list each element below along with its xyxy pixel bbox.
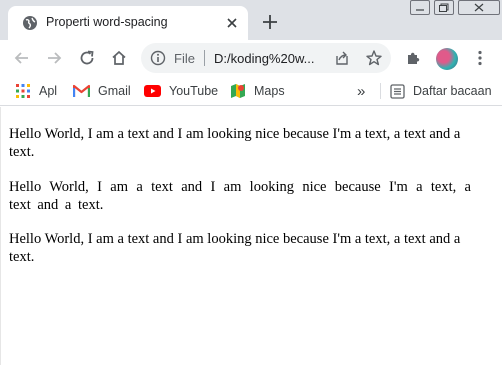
- close-icon[interactable]: [224, 15, 240, 31]
- maps-icon: [231, 84, 245, 98]
- restore-icon: [439, 3, 449, 12]
- window-close-icon: [474, 3, 484, 12]
- paragraph-normal: Hello World, I am a text and I am lookin…: [9, 126, 461, 160]
- address-bar[interactable]: File D:/koding%20w...: [141, 43, 391, 73]
- toolbar: File D:/koding%20w...: [0, 40, 502, 76]
- new-tab-plus-icon[interactable]: [262, 14, 278, 30]
- bookmark-maps[interactable]: Maps: [230, 81, 285, 101]
- window-controls: [406, 0, 502, 16]
- paragraph-word-spacing: Hello World, I am a text and I am lookin…: [9, 179, 471, 213]
- bookmark-label-apps: Apl: [39, 84, 58, 98]
- minimize-icon: [416, 9, 424, 11]
- profile-avatar[interactable]: [436, 48, 458, 70]
- paragraph-normal-2: Hello World, I am a text and I am lookin…: [9, 231, 461, 265]
- bookmarks-overflow-chevron[interactable]: »: [357, 81, 365, 101]
- window-close-button[interactable]: [458, 0, 500, 15]
- share-icon[interactable]: [334, 50, 350, 66]
- reading-list-icon: [390, 83, 405, 99]
- active-tab[interactable]: Properti word-spacing: [8, 6, 248, 40]
- youtube-icon: [144, 85, 161, 97]
- tab-strip: Properti word-spacing: [0, 0, 502, 40]
- bookmark-label-gmail: Gmail: [98, 84, 131, 98]
- back-arrow-icon[interactable]: [13, 49, 31, 67]
- home-icon[interactable]: [110, 49, 128, 67]
- bookmarks-bar: Apl Gmail YouTube Maps » Daftar bacaan: [0, 76, 502, 106]
- menu-kebab-icon[interactable]: [471, 49, 489, 67]
- bookmark-label-maps: Maps: [254, 84, 285, 98]
- reading-list-label: Daftar bacaan: [413, 84, 492, 98]
- url-scheme: File: [174, 51, 195, 66]
- minimize-button[interactable]: [410, 0, 430, 15]
- restore-button[interactable]: [434, 0, 454, 15]
- reload-icon[interactable]: [78, 49, 96, 67]
- bookmark-youtube[interactable]: YouTube: [144, 81, 218, 101]
- info-icon[interactable]: [150, 50, 166, 66]
- page-content: Hello World, I am a text and I am lookin…: [0, 107, 502, 365]
- bookmark-apps[interactable]: Apl: [15, 81, 57, 101]
- apps-grid-icon: [16, 84, 30, 98]
- extensions-puzzle-icon[interactable]: [405, 49, 423, 67]
- address-divider: [204, 50, 205, 66]
- gmail-icon: [73, 84, 90, 97]
- tab-title: Properti word-spacing: [46, 15, 168, 29]
- bookmark-gmail[interactable]: Gmail: [73, 81, 131, 101]
- forward-arrow-icon[interactable]: [45, 49, 63, 67]
- bookmark-star-icon[interactable]: [365, 49, 383, 67]
- bookmarks-divider: [380, 83, 381, 99]
- url-text[interactable]: D:/koding%20w...: [214, 51, 314, 66]
- bookmark-label-youtube: YouTube: [169, 84, 219, 98]
- globe-icon: [23, 16, 37, 30]
- reading-list[interactable]: Daftar bacaan: [390, 81, 492, 101]
